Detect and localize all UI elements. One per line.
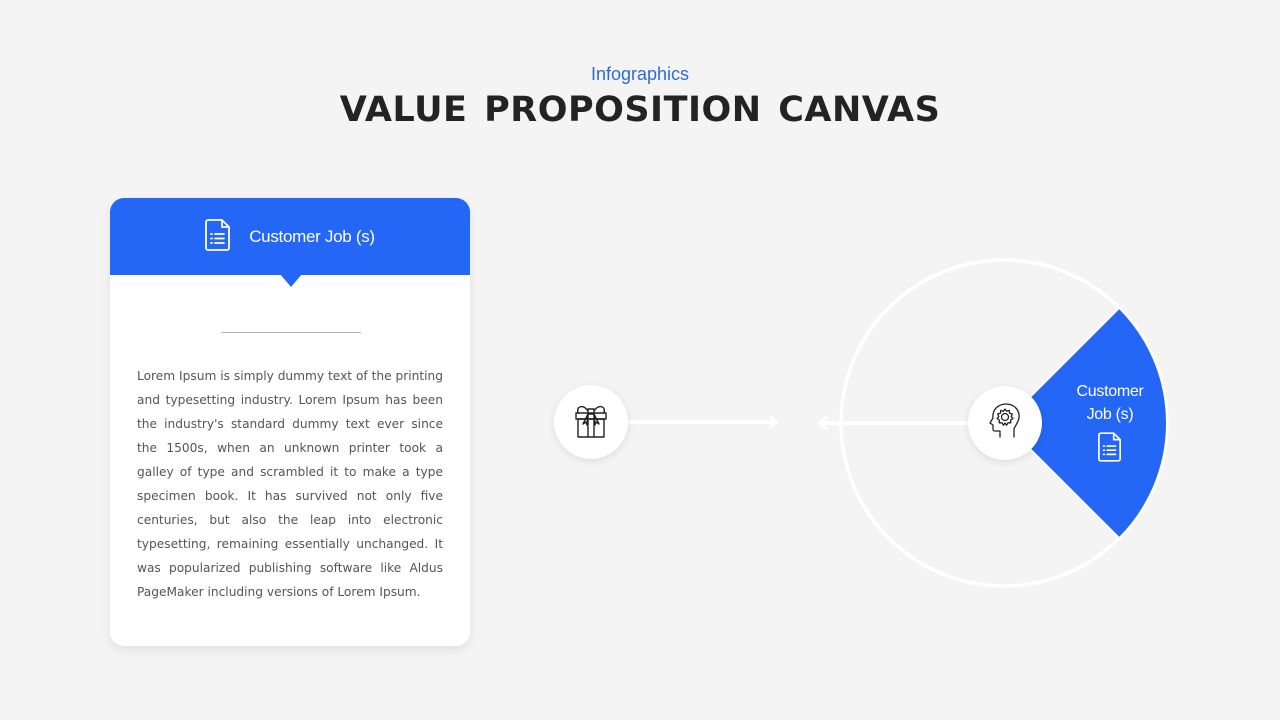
wedge-label-line1: Customer [1076, 383, 1144, 400]
gift-icon [573, 401, 609, 443]
arrow-right [628, 415, 780, 429]
wedge-label-line2: Job (s) [1086, 406, 1134, 423]
document-list-icon [1060, 432, 1160, 469]
diagram [628, 258, 1169, 588]
head-gear-icon [988, 403, 1022, 443]
head-gear-node[interactable] [968, 386, 1042, 460]
gift-node[interactable] [554, 385, 628, 459]
wedge-label: Customer Job (s) [1060, 380, 1160, 469]
